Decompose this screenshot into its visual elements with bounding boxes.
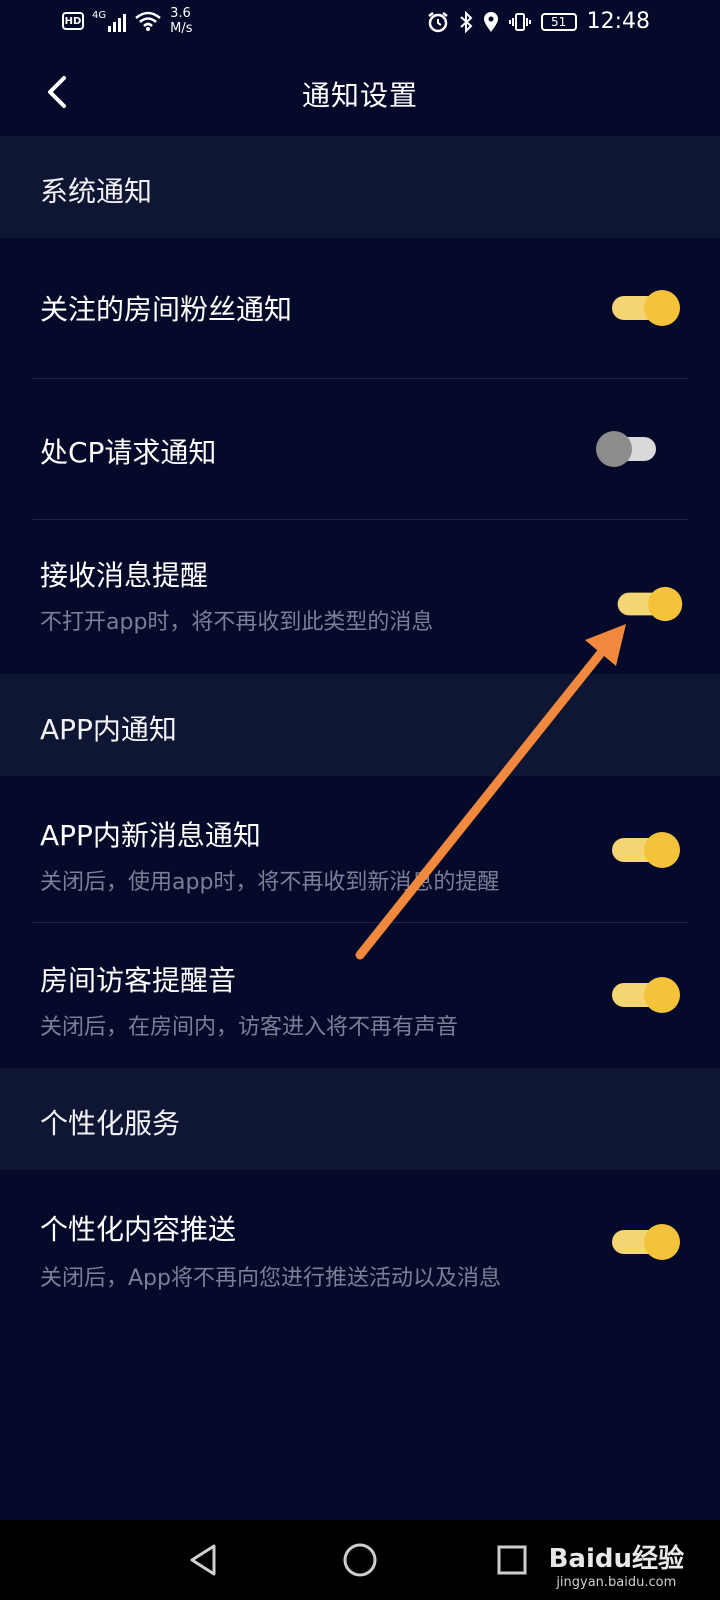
annotation-arrow xyxy=(355,624,626,960)
system-nav-bar: Baidu经验 jingyan.baidu.com xyxy=(0,1520,720,1600)
baidu-watermark: Baidu经验 jingyan.baidu.com xyxy=(548,1544,684,1590)
recents-square-icon[interactable] xyxy=(496,1544,528,1576)
home-circle-icon[interactable] xyxy=(342,1542,378,1578)
back-triangle-icon[interactable] xyxy=(186,1542,222,1578)
